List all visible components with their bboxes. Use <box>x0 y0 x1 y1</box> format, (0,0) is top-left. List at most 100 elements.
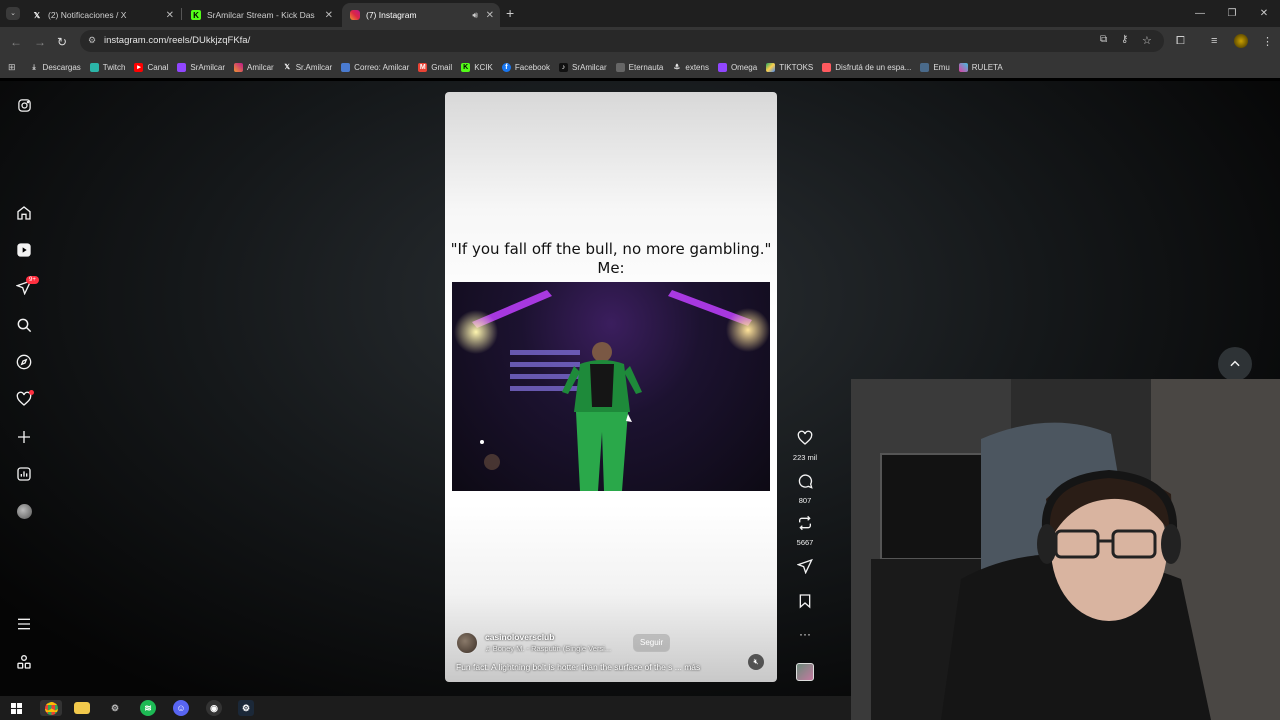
audio-thumbnail[interactable] <box>796 663 814 681</box>
author-avatar[interactable] <box>456 632 478 654</box>
share-button[interactable] <box>790 558 820 579</box>
tiktok-icon: ♪ <box>559 62 568 72</box>
bookmark-item[interactable]: ▸ Canal <box>134 62 168 72</box>
site-info-icon[interactable]: ⚙︎ <box>88 35 96 46</box>
gear-app-icon[interactable]: ⚙︎ <box>107 700 123 716</box>
reels-icon[interactable] <box>14 240 34 260</box>
speaker-icon[interactable]: 🔊︎ <box>472 10 478 21</box>
reel-description[interactable]: Fun fact: A lightning bolt is hotter tha… <box>456 662 700 672</box>
password-key-icon[interactable]: ⚷ <box>1121 34 1128 45</box>
bookmark-item[interactable]: 𝕏 Sr.Amilcar <box>283 63 332 72</box>
bookmark-item[interactable]: Disfrutá de un espa... <box>822 62 911 72</box>
home-icon[interactable] <box>14 203 34 223</box>
comment-icon <box>798 474 813 489</box>
close-window-button[interactable]: ✕ <box>1248 8 1280 19</box>
instagram-icon <box>234 62 244 72</box>
repost-button[interactable]: 5667 <box>790 515 820 547</box>
media-controls-icon[interactable]: ≡ <box>1211 35 1217 47</box>
bookmark-label: TIKTOKS <box>779 62 814 72</box>
x-logo-icon: 𝕏 <box>33 10 41 20</box>
bookmark-item[interactable]: Correo: Amilcar <box>341 62 409 72</box>
heart-notifications-icon[interactable] <box>14 389 34 409</box>
bookmark-item[interactable]: Eternauta <box>615 62 663 72</box>
windows-taskbar: ⚙︎ ≋ ☺︎ ◉ ⚙︎ <box>0 696 851 720</box>
close-tab-icon[interactable]: ✕ <box>166 10 174 21</box>
save-button[interactable] <box>790 593 820 614</box>
roulette-icon <box>958 62 968 72</box>
restore-button[interactable]: ❐ <box>1216 8 1248 19</box>
create-plus-icon[interactable] <box>14 427 34 447</box>
bookmark-label: RULETA <box>971 62 1003 72</box>
emu-icon <box>920 62 930 72</box>
music-note-icon: ♫ <box>485 644 493 653</box>
like-count: 223 mil <box>792 453 818 462</box>
mute-icon[interactable]: 🔇︎ <box>748 654 764 670</box>
dashboard-chart-icon[interactable] <box>14 464 34 484</box>
tab-notifications-x[interactable]: 𝕏 (2) Notificaciones / X ✕ <box>24 3 180 27</box>
repost-count: 5667 <box>796 538 814 547</box>
bookmark-item[interactable]: Emu <box>920 62 950 72</box>
follow-button[interactable]: Seguir <box>633 634 671 652</box>
share-icon <box>796 558 813 575</box>
discord-icon[interactable]: ☺︎ <box>173 700 189 716</box>
bookmark-item[interactable]: M Gmail <box>418 62 452 72</box>
kick-icon: K <box>461 62 471 72</box>
new-tab-button[interactable]: + <box>506 5 514 21</box>
like-button[interactable]: 223 mil <box>790 430 820 462</box>
also-from-meta-icon[interactable] <box>14 652 34 672</box>
steam-icon[interactable]: ⚙︎ <box>238 700 254 716</box>
bookmark-star-icon[interactable]: ☆ <box>1142 34 1152 47</box>
bookmark-item[interactable]: Twitch <box>89 62 125 72</box>
apps-grid-icon[interactable]: ⊞ <box>8 62 16 73</box>
omnibox[interactable]: ⚙︎ instagram.com/reels/DUkkjzqFKfa/ ⧉ ⚷ … <box>80 30 1164 52</box>
bookmark-item[interactable]: f Facebook <box>501 62 550 72</box>
scroll-up-button[interactable] <box>1218 347 1252 381</box>
tab-search-button[interactable]: ⌄ <box>6 7 20 20</box>
bookmark-label: SrAmilcar <box>572 62 607 72</box>
bookmark-label: KCIK <box>474 62 493 72</box>
close-tab-icon[interactable]: ✕ <box>486 10 494 21</box>
music-track[interactable]: ♫ Boney M. - Rasputin (Single Versi... <box>485 644 611 653</box>
obs-icon[interactable]: ◉ <box>206 700 222 716</box>
chrome-taskbar-icon[interactable] <box>40 700 62 716</box>
file-explorer-icon[interactable] <box>74 702 90 714</box>
forward-button[interactable]: → <box>34 35 46 49</box>
bookmark-item[interactable]: Amilcar <box>234 62 274 72</box>
instagram-logo-icon[interactable] <box>14 95 34 115</box>
reel-video[interactable]: "If you fall off the bull, no more gambl… <box>445 92 777 682</box>
facebook-icon: f <box>501 62 511 72</box>
bookmark-item[interactable]: ♪ SrAmilcar <box>559 62 607 72</box>
reload-button[interactable]: ↻ <box>57 35 67 49</box>
tab-kick-dashboard[interactable]: K SrAmilcar Stream - Kick Dashbo ✕ <box>183 3 339 27</box>
bookmark-label: Amilcar <box>247 62 274 72</box>
bookmark-item[interactable]: SrAmilcar <box>177 62 225 72</box>
comment-button[interactable]: 807 <box>790 473 820 505</box>
gif-scene <box>454 290 770 491</box>
author-name[interactable]: casinoloversclub <box>485 632 554 642</box>
tab-label: (2) Notificaciones / X <box>48 10 127 20</box>
profile-avatar[interactable] <box>1234 34 1248 48</box>
install-app-icon[interactable]: ⧉ <box>1100 34 1107 45</box>
extensions-icon[interactable]: ⧠ <box>1176 35 1185 48</box>
bookmark-item[interactable]: ⚓︎ extens <box>672 63 709 72</box>
more-menu-icon[interactable] <box>14 614 34 634</box>
bookmark-item[interactable]: TIKTOKS <box>766 62 814 72</box>
more-options-icon[interactable]: ··· <box>790 627 820 641</box>
url-text[interactable]: instagram.com/reels/DUkkjzqFKfa/ <box>104 35 250 46</box>
minimize-button[interactable]: — <box>1184 8 1216 19</box>
search-icon[interactable] <box>14 315 34 335</box>
windows-start-icon[interactable] <box>8 700 24 716</box>
bookmark-item[interactable]: ⤓ Descargas <box>30 63 80 72</box>
bookmark-item[interactable]: RULETA <box>958 62 1003 72</box>
drive-icon <box>766 62 776 72</box>
back-button[interactable]: ← <box>10 35 22 49</box>
bookmark-item[interactable]: K KCIK <box>461 62 493 72</box>
chevron-up-icon <box>1230 360 1240 367</box>
explore-compass-icon[interactable] <box>14 352 34 372</box>
menu-icon[interactable]: ⋮ <box>1262 35 1273 48</box>
tab-instagram[interactable]: (7) Instagram 🔊︎ ✕ <box>342 3 500 27</box>
close-tab-icon[interactable]: ✕ <box>325 10 333 21</box>
bookmark-item[interactable]: Omega <box>717 62 757 72</box>
spotify-icon[interactable]: ≋ <box>140 700 156 716</box>
profile-avatar[interactable] <box>14 501 34 521</box>
